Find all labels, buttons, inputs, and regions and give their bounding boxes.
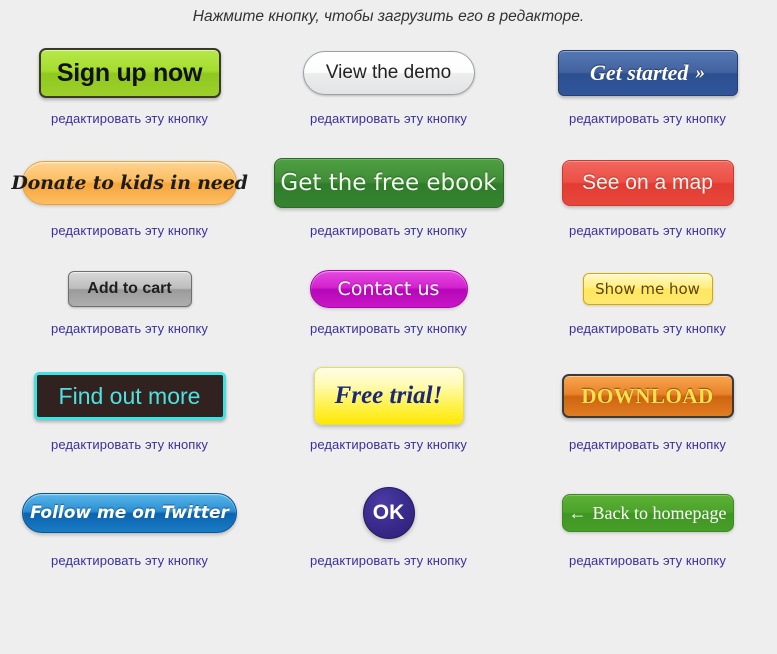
edit-button-link-see-on-a-map[interactable]: редактировать эту кнопку: [569, 223, 726, 238]
button-cell-view-the-demo: View the demo редактировать эту кнопку: [259, 44, 518, 126]
get-the-free-ebook-button[interactable]: Get the free ebook: [273, 158, 504, 208]
edit-button-link-view-the-demo[interactable]: редактировать эту кнопку: [310, 111, 467, 126]
view-the-demo-button[interactable]: View the demo: [302, 51, 475, 95]
find-out-more-button[interactable]: Find out more: [33, 372, 226, 420]
button-slot: Get started »: [518, 44, 777, 102]
edit-button-link-ok[interactable]: редактировать эту кнопку: [310, 553, 467, 568]
see-on-a-map-button[interactable]: See on a map: [561, 160, 734, 206]
sign-up-now-button[interactable]: Sign up now: [38, 48, 221, 98]
button-slot: Sign up now: [0, 44, 259, 102]
arrow-left-icon: ←: [568, 502, 587, 523]
button-slot: OK: [259, 482, 518, 544]
button-cell-sign-up-now: Sign up now редактировать эту кнопку: [0, 44, 259, 126]
button-slot: Free trial!: [259, 364, 518, 428]
button-slot: Show me how: [518, 266, 777, 312]
free-trial-button[interactable]: Free trial!: [313, 367, 464, 425]
back-to-homepage-button[interactable]: ← Back to homepage: [561, 494, 734, 532]
button-slot: DOWNLOAD: [518, 364, 777, 428]
button-cell-show-me-how: Show me how редактировать эту кнопку: [518, 238, 777, 336]
double-chevron-right-icon: »: [695, 62, 705, 83]
button-grid: Sign up now редактировать эту кнопку Vie…: [0, 44, 777, 568]
button-row: Follow me on Twitter редактировать эту к…: [0, 452, 777, 568]
edit-button-link-add-to-cart[interactable]: редактировать эту кнопку: [51, 321, 208, 336]
edit-button-link-get-the-free-ebook[interactable]: редактировать эту кнопку: [310, 223, 467, 238]
button-slot: Contact us: [259, 266, 518, 312]
button-cell-back-to-homepage: ← Back to homepage редактировать эту кно…: [518, 452, 777, 568]
edit-button-link-show-me-how[interactable]: редактировать эту кнопку: [569, 321, 726, 336]
button-slot: Find out more: [0, 364, 259, 428]
button-slot: Donate to kids in need: [0, 152, 259, 214]
donate-to-kids-button[interactable]: Donate to kids in need: [11, 161, 248, 205]
button-slot: Get the free ebook: [259, 152, 518, 214]
button-row: Donate to kids in need редактировать эту…: [0, 126, 777, 238]
ok-button[interactable]: OK: [362, 487, 415, 539]
show-me-how-button[interactable]: Show me how: [582, 273, 713, 305]
download-button[interactable]: DOWNLOAD: [561, 374, 734, 418]
edit-button-link-get-started[interactable]: редактировать эту кнопку: [569, 111, 726, 126]
follow-me-on-twitter-button[interactable]: Follow me on Twitter: [22, 493, 237, 533]
button-slot: Add to cart: [0, 266, 259, 312]
button-slot: Follow me on Twitter: [0, 482, 259, 544]
get-started-label: Get started: [590, 60, 689, 85]
button-cell-download: DOWNLOAD редактировать эту кнопку: [518, 336, 777, 452]
button-cell-add-to-cart: Add to cart редактировать эту кнопку: [0, 238, 259, 336]
edit-button-link-contact-us[interactable]: редактировать эту кнопку: [310, 321, 467, 336]
button-row: Sign up now редактировать эту кнопку Vie…: [0, 44, 777, 126]
button-cell-see-on-a-map: See on a map редактировать эту кнопку: [518, 126, 777, 238]
button-cell-get-the-free-ebook: Get the free ebook редактировать эту кно…: [259, 126, 518, 238]
button-cell-free-trial: Free trial! редактировать эту кнопку: [259, 336, 518, 452]
edit-button-link-follow-me-on-twitter[interactable]: редактировать эту кнопку: [51, 553, 208, 568]
button-gallery-page: Нажмите кнопку, чтобы загрузить его в ре…: [0, 0, 777, 654]
button-cell-contact-us: Contact us редактировать эту кнопку: [259, 238, 518, 336]
edit-button-link-donate-to-kids[interactable]: редактировать эту кнопку: [51, 223, 208, 238]
button-cell-get-started: Get started » редактировать эту кнопку: [518, 44, 777, 126]
edit-button-link-find-out-more[interactable]: редактировать эту кнопку: [51, 437, 208, 452]
edit-button-link-download[interactable]: редактировать эту кнопку: [569, 437, 726, 452]
button-cell-find-out-more: Find out more редактировать эту кнопку: [0, 336, 259, 452]
button-row: Add to cart редактировать эту кнопку Con…: [0, 238, 777, 336]
edit-button-link-sign-up-now[interactable]: редактировать эту кнопку: [51, 111, 208, 126]
button-slot: View the demo: [259, 44, 518, 102]
button-slot: See on a map: [518, 152, 777, 214]
contact-us-button[interactable]: Contact us: [309, 270, 468, 308]
back-to-homepage-label: Back to homepage: [592, 502, 727, 523]
add-to-cart-button[interactable]: Add to cart: [67, 271, 192, 307]
get-started-button[interactable]: Get started »: [557, 50, 738, 96]
button-slot: ← Back to homepage: [518, 482, 777, 544]
button-cell-follow-me-on-twitter: Follow me on Twitter редактировать эту к…: [0, 452, 259, 568]
page-title: Нажмите кнопку, чтобы загрузить его в ре…: [192, 8, 585, 25]
button-row: Find out more редактировать эту кнопку F…: [0, 336, 777, 452]
edit-button-link-back-to-homepage[interactable]: редактировать эту кнопку: [569, 553, 726, 568]
button-cell-ok: OK редактировать эту кнопку: [259, 452, 518, 568]
edit-button-link-free-trial[interactable]: редактировать эту кнопку: [310, 437, 467, 452]
button-cell-donate-to-kids: Donate to kids in need редактировать эту…: [0, 126, 259, 238]
